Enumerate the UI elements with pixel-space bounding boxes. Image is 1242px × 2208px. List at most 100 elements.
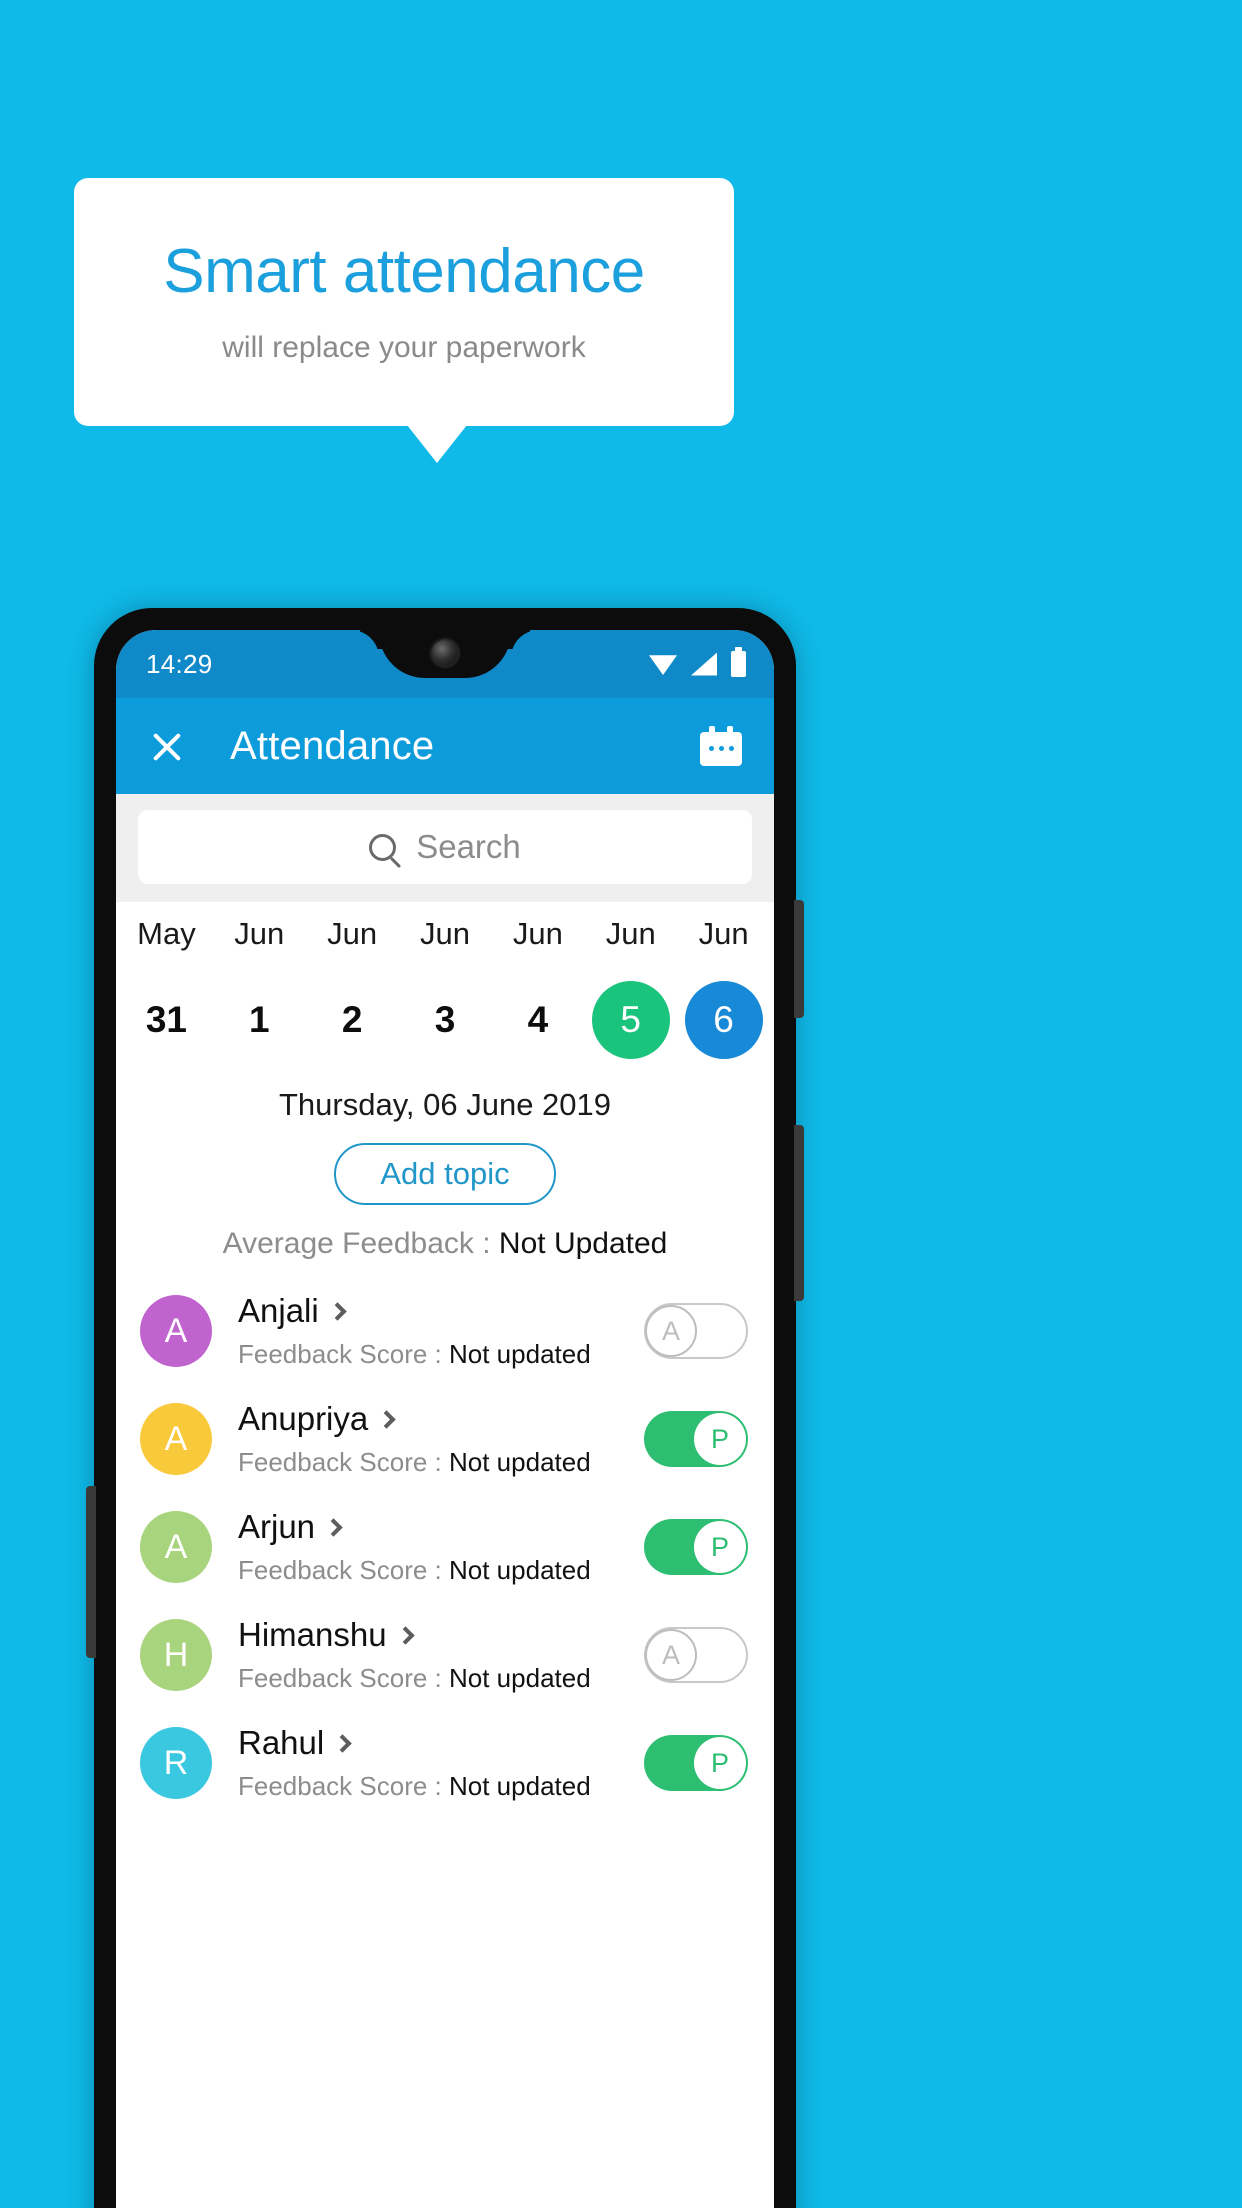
- battery-icon: [731, 647, 746, 677]
- student-row[interactable]: A Anjali Feedback Score : Not updated A: [116, 1277, 774, 1385]
- student-row[interactable]: R Rahul Feedback Score : Not updated P: [116, 1709, 774, 1817]
- attendance-toggle[interactable]: A: [644, 1303, 748, 1359]
- attendance-toggle-knob: A: [645, 1305, 697, 1357]
- avatar: A: [140, 1511, 212, 1583]
- feedback-score-line: Feedback Score : Not updated: [238, 1339, 644, 1370]
- average-feedback-value: Not Updated: [498, 1227, 668, 1260]
- attendance-toggle-knob: P: [694, 1737, 746, 1789]
- date-day-number: 4: [527, 999, 549, 1040]
- student-name-row[interactable]: Anupriya: [238, 1400, 644, 1438]
- feedback-score-line: Feedback Score : Not updated: [238, 1663, 644, 1694]
- volume-button[interactable]: [86, 1486, 96, 1658]
- student-name: Anjali: [238, 1292, 319, 1329]
- student-name-row[interactable]: Arjun: [238, 1508, 644, 1546]
- power-button[interactable]: [794, 900, 804, 1018]
- chevron-right-icon[interactable]: [395, 1625, 415, 1645]
- date-cell[interactable]: May 31: [120, 918, 213, 1059]
- student-row[interactable]: A Anupriya Feedback Score : Not updated P: [116, 1385, 774, 1493]
- feedback-score-value: Not updated: [449, 1447, 591, 1477]
- add-topic-container: Add topic: [116, 1143, 774, 1205]
- attendance-toggle[interactable]: A: [644, 1627, 748, 1683]
- chevron-right-icon[interactable]: [377, 1409, 396, 1429]
- date-day-number: 3: [434, 999, 456, 1040]
- attendance-toggle[interactable]: P: [644, 1735, 748, 1791]
- student-info: Rahul Feedback Score : Not updated: [238, 1724, 644, 1802]
- student-info: Anjali Feedback Score : Not updated: [238, 1292, 644, 1370]
- attendance-toggle-knob: A: [645, 1629, 697, 1681]
- date-day-number: 6: [684, 981, 763, 1059]
- hero-subtitle: will replace your paperwork: [222, 330, 586, 364]
- student-row[interactable]: A Arjun Feedback Score : Not updated P: [116, 1493, 774, 1601]
- status-time: 14:29: [146, 648, 213, 679]
- student-row[interactable]: H Himanshu Feedback Score : Not updated A: [116, 1601, 774, 1709]
- date-day-number: 5: [591, 981, 670, 1059]
- date-cell[interactable]: Jun 1: [213, 918, 306, 1059]
- student-name-row[interactable]: Rahul: [238, 1724, 644, 1762]
- attendance-toggle-knob: P: [694, 1521, 746, 1573]
- date-month-label: Jun: [327, 916, 378, 951]
- date-cell[interactable]: Jun 6: [677, 918, 770, 1059]
- student-info: Himanshu Feedback Score : Not updated: [238, 1616, 644, 1694]
- student-name: Rahul: [238, 1724, 325, 1761]
- feedback-score-line: Feedback Score : Not updated: [238, 1771, 644, 1802]
- feedback-score-label: Feedback Score :: [238, 1663, 449, 1693]
- avatar: A: [140, 1403, 212, 1475]
- student-name-row[interactable]: Anjali: [238, 1292, 644, 1330]
- hero-callout-card: Smart attendance will replace your paper…: [74, 178, 734, 426]
- chevron-right-icon[interactable]: [324, 1517, 343, 1537]
- date-month-label: Jun: [698, 916, 749, 951]
- date-month-label: May: [137, 916, 196, 951]
- wifi-icon: [649, 655, 677, 675]
- attendance-toggle[interactable]: P: [644, 1519, 748, 1575]
- student-name: Arjun: [238, 1508, 316, 1545]
- add-topic-button[interactable]: Add topic: [334, 1143, 556, 1205]
- phone-screen: 14:29 Attendance Search May 31 Jun 1 Jun…: [116, 630, 774, 2208]
- app-bar: Attendance: [116, 698, 774, 794]
- search-bar-container: Search: [116, 794, 774, 902]
- student-name: Himanshu: [238, 1616, 387, 1653]
- assistant-button[interactable]: [794, 1125, 804, 1301]
- date-cell[interactable]: Jun 2: [306, 918, 399, 1059]
- feedback-score-label: Feedback Score :: [238, 1339, 449, 1369]
- hero-callout-tail: [407, 425, 467, 463]
- front-camera-icon: [432, 640, 458, 666]
- date-month-label: Jun: [605, 916, 656, 951]
- date-cell[interactable]: Jun 4: [491, 918, 584, 1059]
- student-info: Arjun Feedback Score : Not updated: [238, 1508, 644, 1586]
- avatar: H: [140, 1619, 212, 1691]
- date-cell[interactable]: Jun 5: [584, 918, 677, 1059]
- attendance-toggle-knob: P: [694, 1413, 746, 1465]
- date-cell[interactable]: Jun 3: [399, 918, 492, 1059]
- avatar: A: [140, 1295, 212, 1367]
- feedback-score-value: Not updated: [449, 1555, 591, 1585]
- feedback-score-label: Feedback Score :: [238, 1447, 449, 1477]
- status-icon-group: [649, 630, 746, 698]
- page-title: Attendance: [230, 723, 435, 768]
- date-day-number: 31: [145, 999, 187, 1040]
- feedback-score-label: Feedback Score :: [238, 1555, 449, 1585]
- calendar-icon[interactable]: [700, 726, 742, 766]
- average-feedback: Average Feedback : Not Updated: [116, 1227, 774, 1261]
- search-input[interactable]: Search: [138, 810, 752, 884]
- student-name: Anupriya: [238, 1400, 369, 1437]
- close-icon[interactable]: [146, 725, 188, 767]
- student-name-row[interactable]: Himanshu: [238, 1616, 644, 1654]
- selected-date-label: Thursday, 06 June 2019: [278, 1087, 612, 1122]
- feedback-score-line: Feedback Score : Not updated: [238, 1447, 644, 1478]
- calendar-dots: [700, 746, 742, 751]
- chevron-right-icon[interactable]: [328, 1301, 347, 1321]
- date-strip[interactable]: May 31 Jun 1 Jun 2 Jun 3 Jun 4 Jun 5 Jun 6: [116, 902, 774, 1065]
- feedback-score-line: Feedback Score : Not updated: [238, 1555, 644, 1586]
- chevron-right-icon[interactable]: [333, 1733, 352, 1753]
- avatar: R: [140, 1727, 212, 1799]
- student-list: A Anjali Feedback Score : Not updated A A Anu…: [116, 1277, 774, 1817]
- date-month-label: Jun: [420, 916, 470, 951]
- average-feedback-label: Average Feedback :: [222, 1227, 499, 1260]
- signal-icon: [691, 652, 717, 676]
- search-icon: [369, 833, 397, 861]
- date-day-number: 1: [248, 999, 270, 1040]
- attendance-toggle[interactable]: P: [644, 1411, 748, 1467]
- hero-title: Smart attendance: [163, 237, 645, 307]
- phone-frame: 14:29 Attendance Search May 31 Jun 1 Jun…: [86, 608, 804, 2208]
- status-bar: 14:29: [116, 630, 774, 698]
